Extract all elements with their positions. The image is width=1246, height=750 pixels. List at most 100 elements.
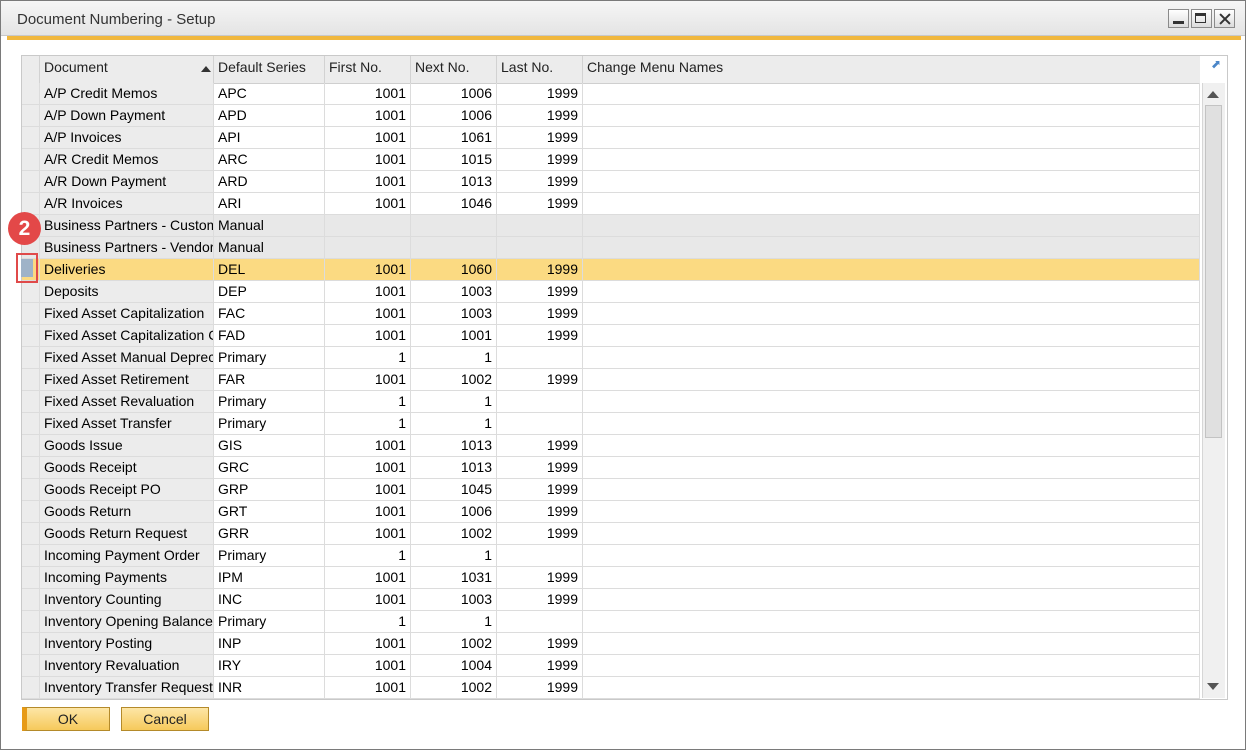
table-row[interactable]: Fixed Asset Capitalization FAC 1001 1003 199… xyxy=(22,303,1200,325)
change-menu-names-cell[interactable] xyxy=(583,127,1200,148)
document-cell[interactable]: A/R Down Payment xyxy=(40,171,214,192)
default-series-cell[interactable]: ARC xyxy=(214,149,325,170)
change-menu-names-cell[interactable] xyxy=(583,215,1200,236)
default-series-cell[interactable]: Primary xyxy=(214,391,325,412)
document-cell[interactable]: Goods Return Request xyxy=(40,523,214,544)
maximize-icon[interactable] xyxy=(1191,9,1212,28)
row-header[interactable] xyxy=(22,369,40,390)
last-no-cell[interactable]: 1999 xyxy=(497,677,583,698)
table-row[interactable]: A/P Invoices API 1001 1061 1999 xyxy=(22,127,1200,149)
first-no-cell[interactable]: 1001 xyxy=(325,479,411,500)
row-header[interactable] xyxy=(22,589,40,610)
default-series-cell[interactable]: GRT xyxy=(214,501,325,522)
last-no-cell[interactable]: 1999 xyxy=(497,105,583,126)
next-no-cell[interactable]: 1002 xyxy=(411,633,497,654)
next-no-cell[interactable]: 1015 xyxy=(411,149,497,170)
change-menu-names-cell[interactable] xyxy=(583,545,1200,566)
document-cell[interactable]: A/P Credit Memos xyxy=(40,83,214,104)
next-no-cell[interactable]: 1045 xyxy=(411,479,497,500)
document-cell[interactable]: Inventory Posting xyxy=(40,633,214,654)
table-row[interactable]: A/R Invoices ARI 1001 1046 1999 xyxy=(22,193,1200,215)
last-no-cell[interactable]: 1999 xyxy=(497,633,583,654)
first-no-cell[interactable]: 1001 xyxy=(325,325,411,346)
next-no-cell[interactable] xyxy=(411,215,497,236)
last-no-cell[interactable]: 1999 xyxy=(497,567,583,588)
first-no-cell[interactable]: 1001 xyxy=(325,435,411,456)
table-row[interactable]: Business Partners - Vendor Manual xyxy=(22,237,1200,259)
row-header[interactable] xyxy=(22,523,40,544)
last-no-cell[interactable]: 1999 xyxy=(497,369,583,390)
default-series-cell[interactable]: FAR xyxy=(214,369,325,390)
row-header[interactable] xyxy=(22,347,40,368)
next-no-cell[interactable]: 1031 xyxy=(411,567,497,588)
close-icon[interactable] xyxy=(1214,9,1235,28)
first-no-cell[interactable] xyxy=(325,215,411,236)
next-no-cell[interactable]: 1001 xyxy=(411,325,497,346)
change-menu-names-cell[interactable] xyxy=(583,325,1200,346)
default-series-cell[interactable]: API xyxy=(214,127,325,148)
last-no-cell[interactable]: 1999 xyxy=(497,325,583,346)
row-header[interactable] xyxy=(22,281,40,302)
first-no-cell[interactable]: 1 xyxy=(325,347,411,368)
column-header-change-menu-names[interactable]: Change Menu Names xyxy=(583,56,1200,83)
row-header[interactable] xyxy=(22,149,40,170)
last-no-cell[interactable]: 1999 xyxy=(497,193,583,214)
row-header[interactable] xyxy=(22,325,40,346)
table-row[interactable]: Inventory Opening Balances Primary 1 1 xyxy=(22,611,1200,633)
last-no-cell[interactable]: 1999 xyxy=(497,127,583,148)
row-header[interactable] xyxy=(22,391,40,412)
document-cell[interactable]: A/P Down Payment xyxy=(40,105,214,126)
document-cell[interactable]: Fixed Asset Retirement xyxy=(40,369,214,390)
first-no-cell[interactable]: 1001 xyxy=(325,83,411,104)
change-menu-names-cell[interactable] xyxy=(583,479,1200,500)
default-series-cell[interactable]: IRY xyxy=(214,655,325,676)
document-cell[interactable]: Fixed Asset Capitalization xyxy=(40,303,214,324)
next-no-cell[interactable]: 1 xyxy=(411,347,497,368)
table-row[interactable]: Inventory Posting INP 1001 1002 1999 xyxy=(22,633,1200,655)
default-series-cell[interactable]: INP xyxy=(214,633,325,654)
last-no-cell[interactable]: 1999 xyxy=(497,479,583,500)
row-header[interactable] xyxy=(22,435,40,456)
change-menu-names-cell[interactable] xyxy=(583,391,1200,412)
default-series-cell[interactable]: GRR xyxy=(214,523,325,544)
row-header[interactable] xyxy=(22,545,40,566)
table-row[interactable]: Inventory Counting INC 1001 1003 1999 xyxy=(22,589,1200,611)
change-menu-names-cell[interactable] xyxy=(583,523,1200,544)
default-series-cell[interactable]: ARI xyxy=(214,193,325,214)
document-cell[interactable]: Deliveries xyxy=(40,259,214,280)
first-no-cell[interactable]: 1001 xyxy=(325,655,411,676)
next-no-cell[interactable]: 1006 xyxy=(411,83,497,104)
first-no-cell[interactable]: 1 xyxy=(325,611,411,632)
default-series-cell[interactable]: Manual xyxy=(214,237,325,258)
table-row[interactable]: Deposits DEP 1001 1003 1999 xyxy=(22,281,1200,303)
last-no-cell[interactable]: 1999 xyxy=(497,523,583,544)
first-no-cell[interactable]: 1001 xyxy=(325,127,411,148)
row-header[interactable] xyxy=(22,611,40,632)
first-no-cell[interactable]: 1001 xyxy=(325,193,411,214)
first-no-cell[interactable]: 1001 xyxy=(325,633,411,654)
document-cell[interactable]: Goods Receipt PO xyxy=(40,479,214,500)
default-series-cell[interactable]: Primary xyxy=(214,413,325,434)
next-no-cell[interactable]: 1003 xyxy=(411,303,497,324)
last-no-cell[interactable] xyxy=(497,237,583,258)
row-header[interactable] xyxy=(22,677,40,698)
default-series-cell[interactable]: Manual xyxy=(214,215,325,236)
last-no-cell[interactable]: 1999 xyxy=(497,457,583,478)
first-no-cell[interactable]: 1 xyxy=(325,545,411,566)
first-no-cell[interactable]: 1001 xyxy=(325,589,411,610)
next-no-cell[interactable]: 1002 xyxy=(411,523,497,544)
default-series-cell[interactable]: GRP xyxy=(214,479,325,500)
last-no-cell[interactable] xyxy=(497,391,583,412)
first-no-cell[interactable]: 1001 xyxy=(325,259,411,280)
change-menu-names-cell[interactable] xyxy=(583,171,1200,192)
next-no-cell[interactable]: 1 xyxy=(411,545,497,566)
default-series-cell[interactable]: IPM xyxy=(214,567,325,588)
table-row[interactable]: Incoming Payment Order Primary 1 1 xyxy=(22,545,1200,567)
table-row[interactable]: Goods Return GRT 1001 1006 1999 xyxy=(22,501,1200,523)
document-cell[interactable]: Inventory Transfer Request xyxy=(40,677,214,698)
document-cell[interactable]: Goods Return xyxy=(40,501,214,522)
vertical-scrollbar[interactable] xyxy=(1202,83,1225,698)
change-menu-names-cell[interactable] xyxy=(583,259,1200,280)
table-row[interactable]: Fixed Asset Capitalization CreditFAD1001… xyxy=(22,325,1200,347)
change-menu-names-cell[interactable] xyxy=(583,237,1200,258)
